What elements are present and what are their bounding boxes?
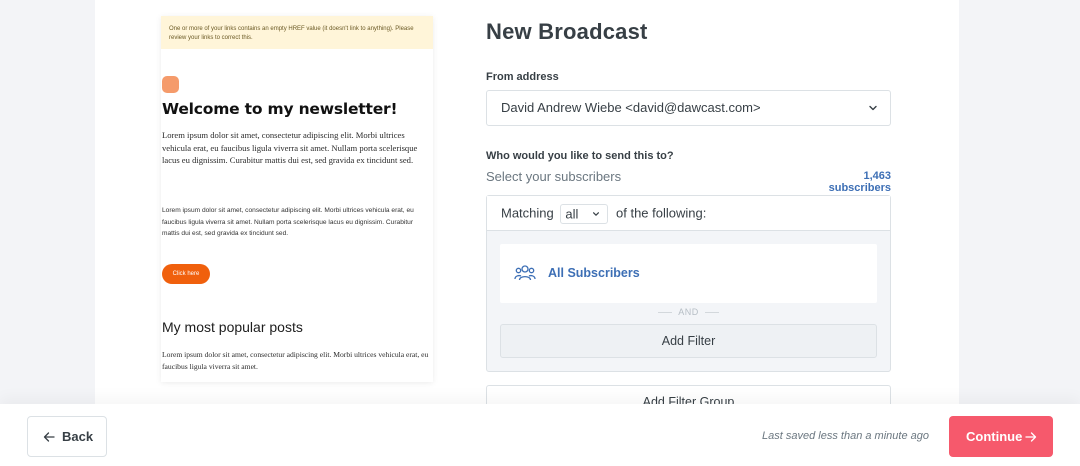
select-subscribers-text: Select your subscribers: [486, 169, 622, 184]
subscriber-count-link[interactable]: 1,463 subscribers: [806, 170, 891, 194]
preview-posts-paragraph: Lorem ipsum dolor sit amet, consectetur …: [162, 350, 429, 371]
matching-value: all: [565, 206, 579, 222]
footer-bar: Back Last saved less than a minute ago C…: [0, 404, 1080, 466]
filter-group-header: Matching all of the following:: [487, 196, 890, 231]
add-filter-button[interactable]: Add Filter: [500, 324, 877, 358]
all-subscribers-filter[interactable]: All Subscribers: [500, 244, 877, 303]
filter-group: Matching all of the following: All Subsc…: [486, 195, 891, 372]
preview-paragraph-sans: Lorem ipsum dolor sit amet, consectetur …: [162, 207, 414, 237]
users-icon: [514, 265, 536, 281]
matching-suffix: of the following:: [616, 205, 707, 221]
chevron-down-icon: [593, 211, 600, 216]
arrow-right-icon: [1025, 432, 1037, 442]
preview-cta-button[interactable]: Click here: [162, 264, 210, 284]
back-button[interactable]: Back: [27, 416, 107, 457]
link-warning-banner: One or more of your links contains an em…: [161, 16, 433, 49]
from-address-value: David Andrew Wiebe <david@dawcast.com>: [501, 100, 761, 115]
from-address-select[interactable]: David Andrew Wiebe <david@dawcast.com>: [486, 90, 891, 126]
main-content: One or more of your links contains an em…: [95, 0, 959, 419]
and-label: AND: [678, 307, 699, 317]
email-preview: One or more of your links contains an em…: [161, 16, 433, 382]
matching-prefix: Matching: [501, 205, 554, 221]
newsletter-logo: [162, 76, 179, 93]
back-label: Back: [62, 429, 94, 444]
preview-paragraph-serif: Lorem ipsum dolor sit amet, consectetur …: [162, 130, 418, 165]
recipients-label: Who would you like to send this to?: [486, 150, 674, 162]
preview-title: Welcome to my newsletter!: [162, 100, 398, 118]
arrow-left-icon: [43, 432, 55, 442]
preview-section-title: My most popular posts: [162, 319, 303, 335]
last-saved-status: Last saved less than a minute ago: [762, 430, 929, 442]
continue-button[interactable]: Continue: [949, 416, 1053, 457]
chevron-down-icon: [869, 105, 877, 111]
from-address-label: From address: [486, 71, 559, 83]
continue-label: Continue: [966, 429, 1023, 444]
page-title: New Broadcast: [486, 19, 648, 44]
matching-select[interactable]: all: [560, 203, 609, 224]
all-subscribers-label: All Subscribers: [548, 266, 640, 280]
and-separator: AND: [487, 307, 890, 317]
